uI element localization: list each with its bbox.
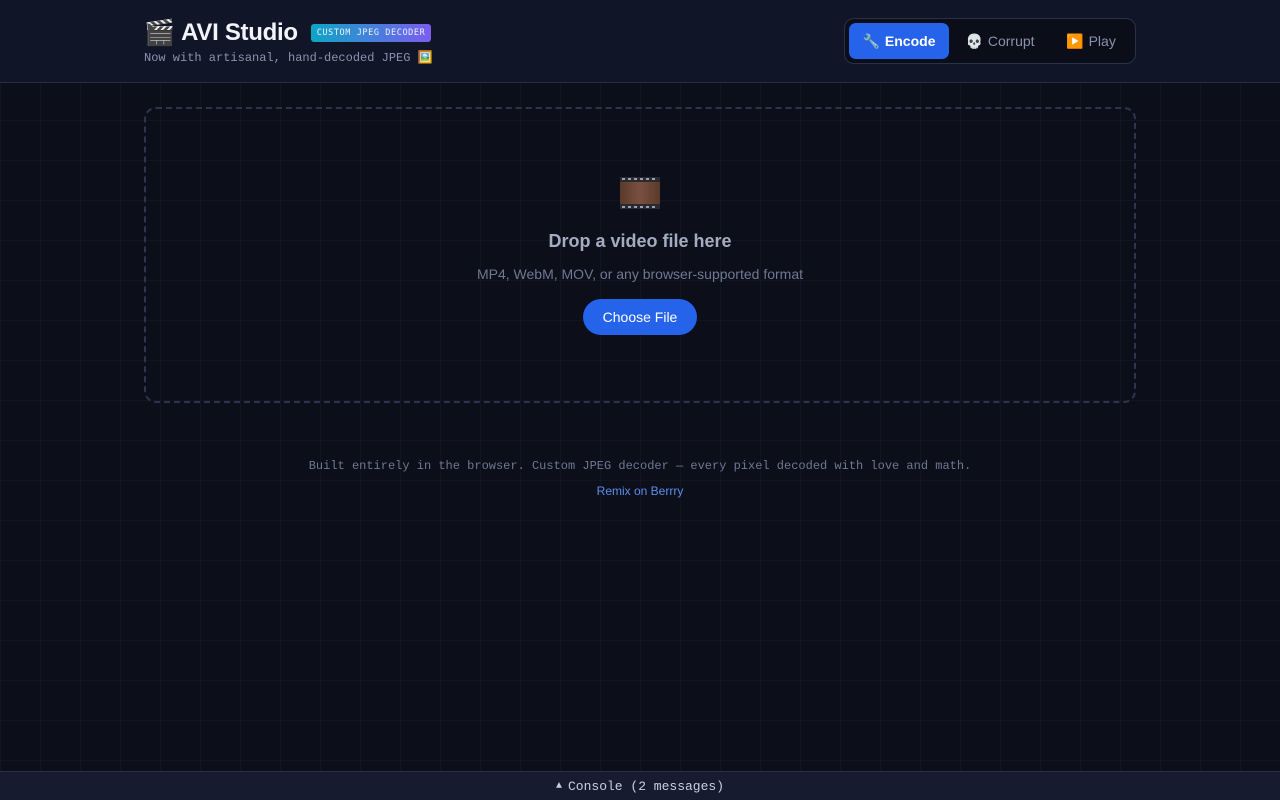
decoder-badge: CUSTOM JPEG DECODER [310, 24, 432, 42]
skull-icon: 💀 [965, 32, 983, 49]
tab-corrupt[interactable]: 💀 Corrupt [949, 23, 1051, 59]
play-icon: ▶️ [1066, 32, 1084, 49]
dropzone-title: Drop a video file here [548, 231, 732, 251]
caret-up-icon: ▲ [555, 780, 562, 792]
remix-link[interactable]: Remix on Berrry [0, 484, 1280, 498]
choose-file-button[interactable]: Choose File [583, 299, 697, 335]
mode-tabs: 🔧 Encode 💀 Corrupt ▶️ Play [844, 18, 1136, 64]
clapperboard-icon: 🎬 [144, 19, 176, 47]
video-dropzone[interactable]: Drop a video file here MP4, WebM, MOV, o… [144, 107, 1136, 403]
title-row: 🎬 AVI Studio CUSTOM JPEG DECODER [144, 18, 433, 48]
brand: 🎬 AVI Studio CUSTOM JPEG DECODER Now wit… [144, 18, 433, 65]
tab-encode[interactable]: 🔧 Encode [849, 23, 949, 59]
app-subtitle: Now with artisanal, hand-decoded JPEG 🖼️ [144, 51, 433, 65]
wrench-icon: 🔧 [862, 32, 880, 49]
footer-text: Built entirely in the browser. Custom JP… [308, 459, 972, 473]
tab-encode-label: Encode [884, 33, 936, 49]
console-label: Console (2 messages) [567, 778, 725, 794]
app-title: AVI Studio [181, 19, 298, 46]
tab-play-label: Play [1088, 33, 1116, 49]
film-frames-icon [620, 177, 660, 209]
tab-play[interactable]: ▶️ Play [1051, 23, 1131, 59]
app-header: 🎬 AVI Studio CUSTOM JPEG DECODER Now wit… [0, 0, 1280, 83]
dropzone-subtitle: MP4, WebM, MOV, or any browser-supported… [476, 266, 803, 282]
tab-corrupt-label: Corrupt [987, 33, 1035, 49]
console-toggle[interactable]: ▲ Console (2 messages) [0, 771, 1280, 800]
